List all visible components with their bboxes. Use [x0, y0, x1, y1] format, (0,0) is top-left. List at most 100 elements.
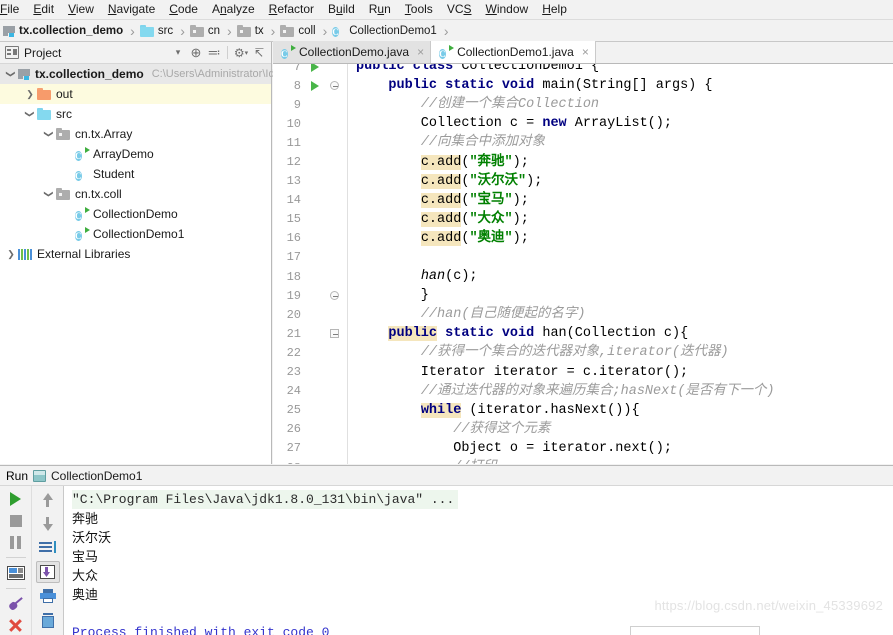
chevron-down-icon[interactable]: ❯ — [23, 107, 37, 121]
tree-node-label: cn.tx.Array — [75, 127, 133, 141]
hide-panel-icon[interactable]: ↸ — [251, 45, 267, 61]
code-line[interactable]: 18 han(c); — [273, 267, 893, 287]
clear-all-button[interactable] — [36, 609, 60, 631]
tree-node-out[interactable]: ❯ out — [0, 84, 271, 104]
menu-item-tools[interactable]: Tools — [398, 0, 440, 19]
breadcrumb-label: coll — [298, 24, 316, 37]
chevron-down-icon[interactable]: ❯ — [4, 67, 18, 81]
tree-node-student[interactable]: C Student — [0, 164, 271, 184]
editor-tab-collectiondemo-java[interactable]: C CollectionDemo.java × — [273, 41, 432, 63]
code-line[interactable]: 16 c.add("奥迪"); — [273, 228, 893, 248]
code-line[interactable]: 14 c.add("宝马"); — [273, 190, 893, 210]
tree-node-collectiondemo1[interactable]: C CollectionDemo1 — [0, 224, 271, 244]
run-gutter-icon[interactable] — [307, 80, 323, 91]
indent-guide — [347, 362, 348, 382]
tree-node-external-libraries[interactable]: ❯ External Libraries — [0, 244, 271, 264]
tree-node-collectiondemo[interactable]: C CollectionDemo — [0, 204, 271, 224]
run-gutter-icon[interactable] — [307, 64, 323, 72]
breadcrumb-item-collectiondemo1[interactable]: C CollectionDemo1 — [332, 20, 437, 42]
menu-item-navigate[interactable]: Navigate — [101, 0, 162, 19]
close-icon[interactable]: × — [582, 45, 589, 59]
menu-item-analyze[interactable]: Analyze — [205, 0, 262, 19]
scroll-up-button[interactable] — [36, 489, 60, 511]
code-line[interactable]: 15 c.add("大众"); — [273, 209, 893, 229]
soft-wrap-button[interactable] — [36, 537, 60, 559]
tree-node-src[interactable]: ❯ src — [0, 104, 271, 124]
breadcrumb-item-tx-collection-demo[interactable]: tx.collection_demo — [3, 20, 123, 42]
menu-item-edit[interactable]: Edit — [26, 0, 61, 19]
tree-node-arraydemo[interactable]: C ArrayDemo — [0, 144, 271, 164]
project-icon — [5, 46, 19, 59]
code-line[interactable]: 17 — [273, 247, 893, 268]
breadcrumb-separator: › — [322, 22, 328, 39]
console-output[interactable]: "C:\Program Files\Java\jdk1.8.0_131\bin\… — [64, 486, 893, 635]
collapse-all-icon[interactable]: ≕ — [206, 45, 222, 61]
code-line[interactable]: 20 //han(自己随便起的名字) — [273, 305, 893, 325]
breadcrumb-item-coll[interactable]: coll — [280, 20, 316, 42]
breadcrumb-item-cn[interactable]: cn — [189, 20, 220, 42]
code-line[interactable]: 23 Iterator iterator = c.iterator(); — [273, 362, 893, 382]
toggle-tasks-button[interactable] — [4, 563, 28, 583]
code-line[interactable]: 10 Collection c = new ArrayList(); — [273, 114, 893, 134]
scroll-to-end-button[interactable] — [35, 561, 60, 583]
scroll-down-button[interactable] — [36, 513, 60, 535]
line-number: 8 — [293, 78, 301, 93]
code-line[interactable]: 27 Object o = iterator.next(); — [273, 438, 893, 458]
breadcrumb-item-tx[interactable]: tx — [236, 20, 264, 42]
indent-guide — [347, 133, 348, 153]
menu-item-file[interactable]: File — [0, 0, 26, 19]
close-icon[interactable]: × — [417, 45, 424, 59]
code-line[interactable]: 22 //获得一个集合的迭代器对象,iterator(迭代器) — [273, 343, 893, 363]
editor-tab-collectiondemo1-java[interactable]: C CollectionDemo1.java × — [431, 41, 596, 63]
breadcrumb-item-src[interactable]: src — [139, 20, 173, 42]
tree-node-cn-tx-array[interactable]: ❯ cn.tx.Array — [0, 124, 271, 144]
code-line[interactable]: 11 //向集合中添加对象 — [273, 133, 893, 153]
tree-node-cn-tx-coll[interactable]: ❯ cn.tx.coll — [0, 184, 271, 204]
java-class-runnable-icon: C — [75, 226, 90, 241]
chevron-down-icon[interactable]: ▾ — [170, 45, 186, 61]
code-line[interactable]: 19 } — [273, 286, 893, 306]
menu-item-vcs[interactable]: VCS — [440, 0, 479, 19]
chevron-right-icon[interactable]: ❯ — [4, 247, 18, 261]
code-line[interactable]: 9 //创建一个集合Collection — [273, 95, 893, 115]
code-line[interactable]: 7 public class CollectionDemo1 { — [273, 64, 893, 77]
code-line[interactable]: 28 //打印 — [273, 457, 893, 464]
locate-target-icon[interactable]: ⊕ — [188, 45, 204, 61]
menu-item-help[interactable]: Help — [535, 0, 574, 19]
menu-item-view[interactable]: View — [61, 0, 101, 19]
indent-guide — [347, 95, 348, 115]
menu-item-refactor[interactable]: Refactor — [262, 0, 321, 19]
menu-item-build[interactable]: Build — [321, 0, 362, 19]
menu-item-window[interactable]: Window — [479, 0, 536, 19]
code-line[interactable]: 12 c.add("奔驰"); — [273, 152, 893, 172]
tree-node-tx-collection-demo[interactable]: ❯ tx.collection_demo C:\Users\Administrato… — [0, 64, 275, 84]
code-line[interactable]: 25 while (iterator.hasNext()){ — [273, 400, 893, 420]
code-line[interactable]: 26 //获得这个元素 — [273, 419, 893, 439]
code-text: while (iterator.hasNext()){ — [420, 402, 640, 418]
code-line[interactable]: 24 //通过迭代器的对象来遍历集合;hasNext(是否有下一个) — [273, 381, 893, 401]
code-line[interactable]: 13 c.add("沃尔沃"); — [273, 171, 893, 191]
pause-button[interactable] — [4, 532, 28, 552]
pin-tab-button[interactable] — [4, 594, 28, 614]
console-output-line: 沃尔沃 — [72, 530, 112, 545]
toolbar-divider — [5, 557, 26, 558]
fold-toggle-icon[interactable] — [323, 81, 345, 91]
chevron-down-icon[interactable]: ❯ — [42, 127, 56, 141]
code-editor[interactable]: 7 public class CollectionDemo1 {8 public … — [273, 64, 893, 464]
toolbar-divider — [5, 587, 26, 589]
menu-item-run[interactable]: Run — [362, 0, 398, 19]
code-line[interactable]: 21 public static void han(Collection c){ — [273, 324, 893, 344]
chevron-down-icon[interactable]: ❯ — [42, 187, 56, 201]
print-button[interactable] — [36, 585, 60, 607]
code-line[interactable]: 8 public static void main(String[] args)… — [273, 76, 893, 96]
rerun-button[interactable] — [4, 489, 28, 509]
chevron-right-icon[interactable]: ❯ — [23, 87, 37, 101]
fold-toggle-icon[interactable] — [323, 329, 345, 339]
fold-toggle-icon[interactable] — [323, 291, 345, 301]
close-button[interactable] — [4, 615, 28, 635]
indent-guide — [347, 247, 348, 268]
settings-gear-icon[interactable]: ⚙ ▾ — [233, 45, 249, 61]
menu-item-code[interactable]: Code — [162, 0, 205, 19]
line-number: 7 — [293, 64, 301, 74]
stop-button[interactable] — [4, 511, 28, 531]
